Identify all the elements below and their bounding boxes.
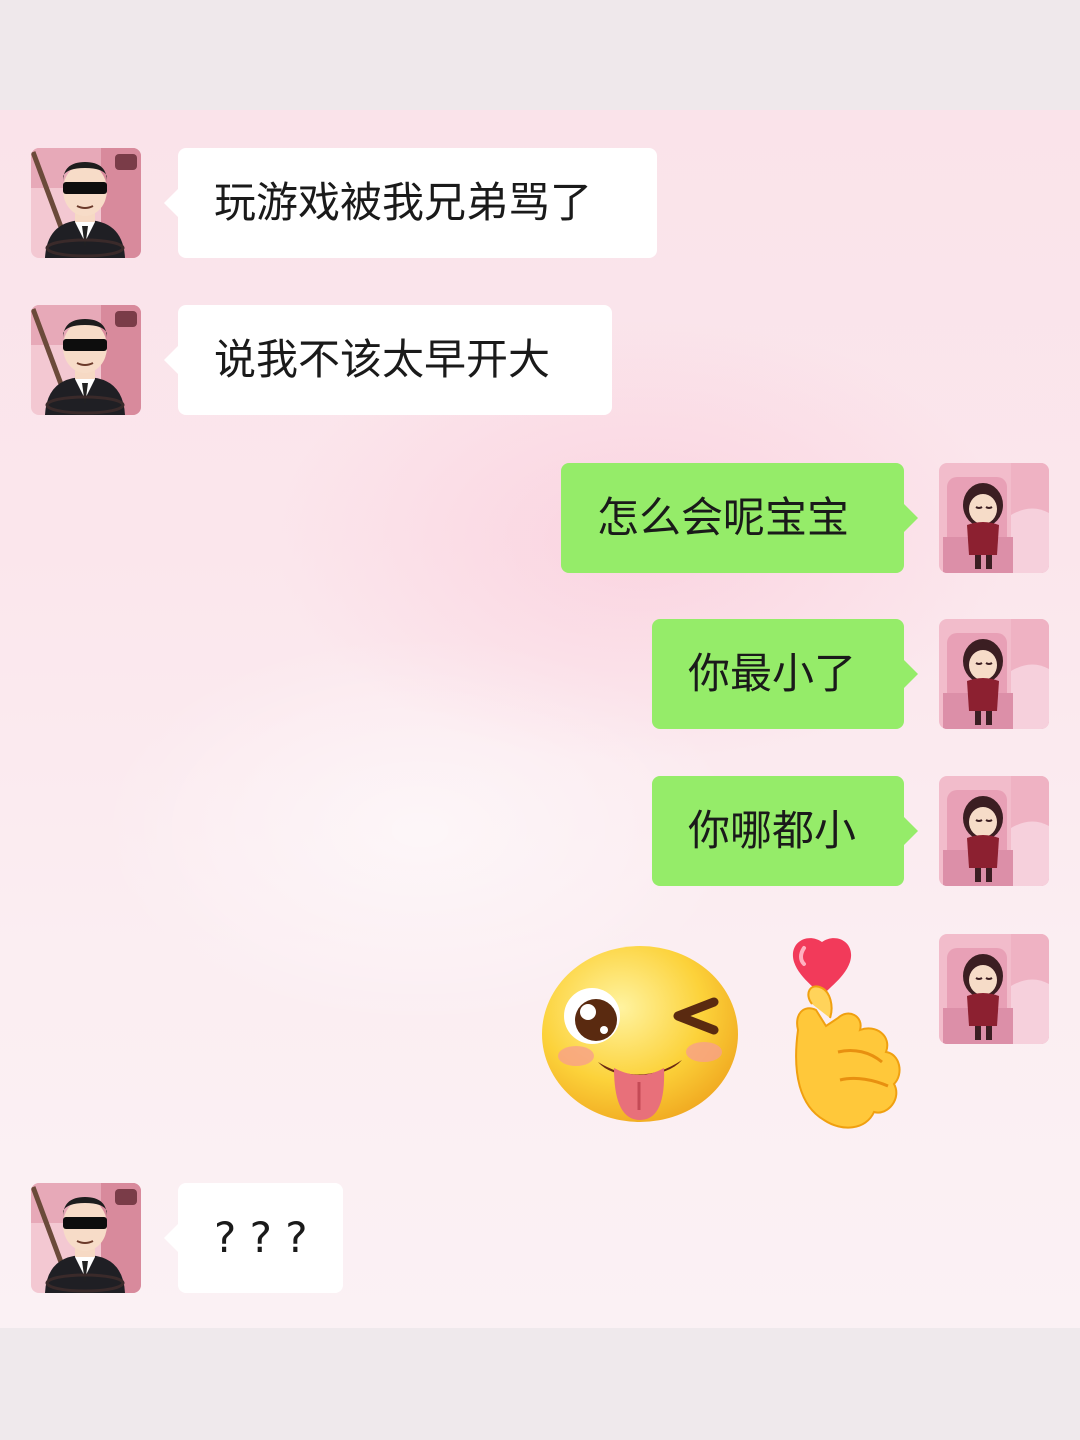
man-in-sunglasses-avatar[interactable] — [31, 305, 141, 415]
message-text: 怎么会呢宝宝 — [597, 493, 850, 542]
girl-in-red-avatar[interactable] — [939, 463, 1049, 573]
message-text: 说我不该太早开大 — [214, 335, 551, 384]
message-text: ? ? ? — [214, 1213, 308, 1262]
message-text: 你哪都小 — [688, 806, 857, 855]
message-text: 玩游戏被我兄弟骂了 — [214, 178, 593, 227]
girl-in-red-avatar[interactable] — [939, 934, 1049, 1044]
message-text: 你最小了 — [688, 649, 857, 698]
wink-tongue-emoji-icon[interactable] — [538, 942, 742, 1130]
message-bubble-incoming[interactable]: 玩游戏被我兄弟骂了 — [164, 148, 657, 258]
message-bubble-incoming[interactable]: ? ? ? — [164, 1183, 343, 1293]
chat-area[interactable]: 玩游戏被我兄弟骂了 说我不该太早开大 怎么会呢宝宝 你最小了 你哪都小 ? ? … — [0, 110, 1080, 1328]
message-bubble-outgoing[interactable]: 怎么会呢宝宝 — [561, 463, 918, 573]
girl-in-red-avatar[interactable] — [939, 776, 1049, 886]
girl-in-red-avatar[interactable] — [939, 619, 1049, 729]
message-bubble-outgoing[interactable]: 你最小了 — [652, 619, 918, 729]
finger-heart-emoji-icon[interactable] — [784, 934, 908, 1138]
man-in-sunglasses-avatar[interactable] — [31, 148, 141, 258]
message-bubble-outgoing[interactable]: 你哪都小 — [652, 776, 918, 886]
message-bubble-incoming[interactable]: 说我不该太早开大 — [164, 305, 612, 415]
top-bar — [0, 0, 1080, 110]
man-in-sunglasses-avatar[interactable] — [31, 1183, 141, 1293]
bottom-bar — [0, 1328, 1080, 1440]
